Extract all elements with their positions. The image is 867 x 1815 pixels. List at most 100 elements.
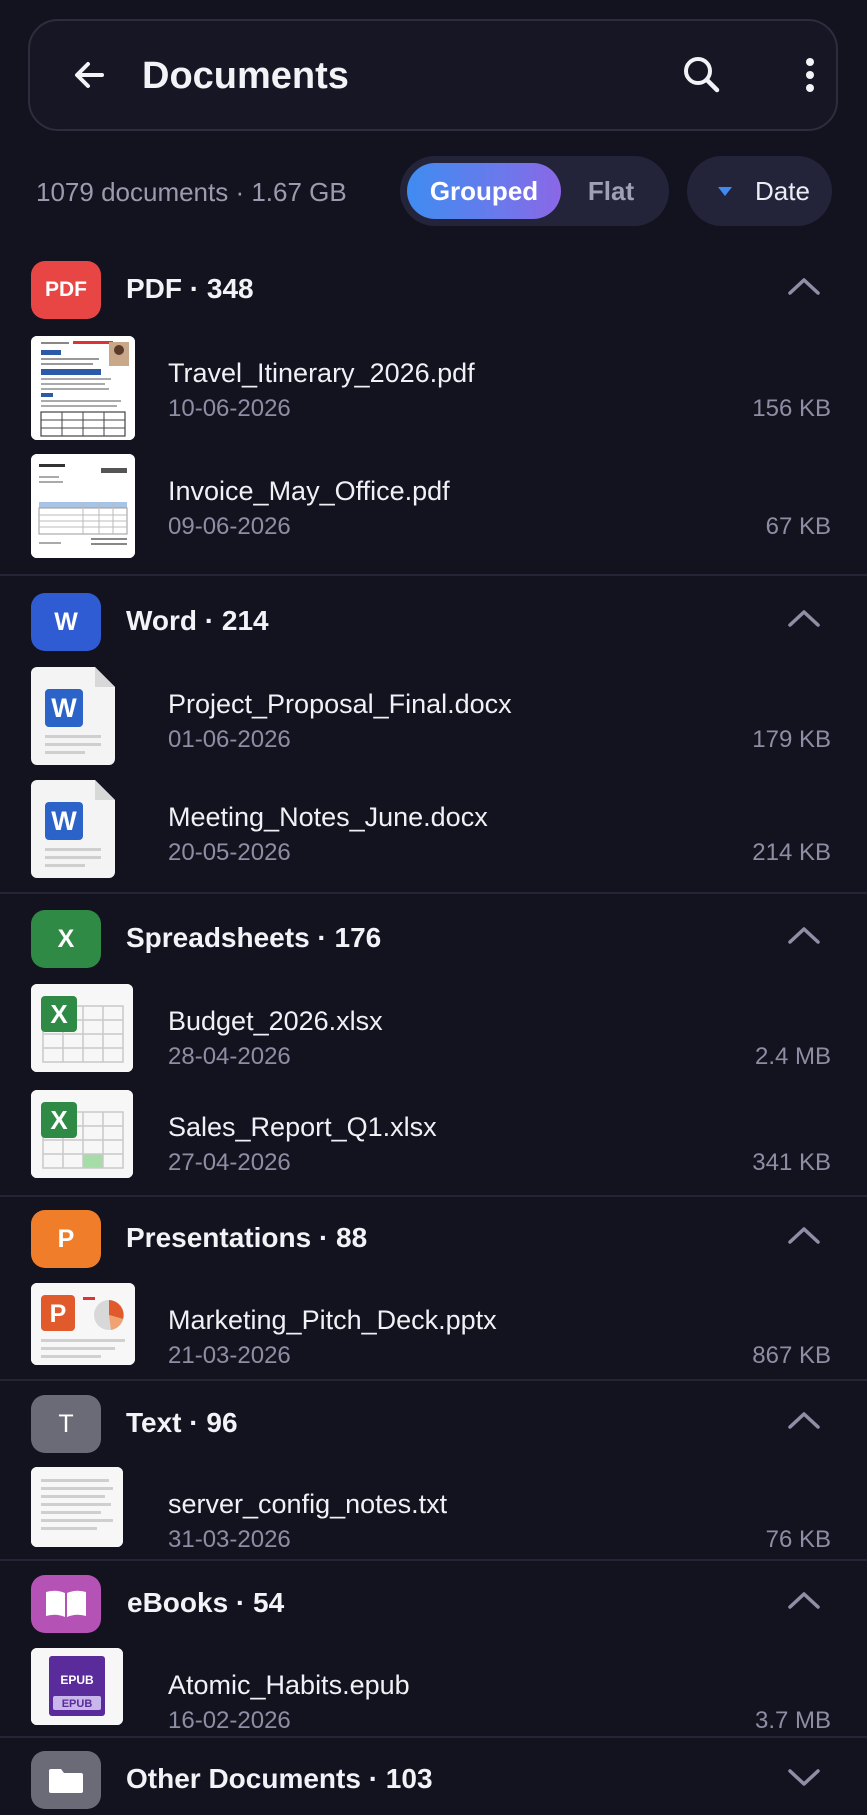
sort-by-label: Date [755,176,810,206]
chevron-up-icon[interactable] [784,1585,824,1617]
group-label: Word · 214 [126,605,269,636]
file-name: Budget_2026.xlsx [168,1006,383,1036]
group-header-presentations[interactable]: P Presentations · 88 [0,1210,867,1280]
list-item[interactable]: P Marketing_Pitch_Deck.pptx 21-03-2026 8… [0,1283,867,1383]
file-name: server_config_notes.txt [168,1489,448,1519]
ebook-group-icon [31,1575,101,1633]
chevron-up-icon[interactable] [784,1405,824,1437]
file-size: 214 KB [752,839,831,866]
group-header-spreadsheets[interactable]: X Spreadsheets · 176 [0,910,867,980]
group-divider [0,892,867,894]
group-label: PDF · 348 [126,273,254,304]
chevron-up-icon[interactable] [784,920,824,952]
chevron-up-icon[interactable] [784,603,824,635]
text-file-thumbnail [31,1467,123,1547]
file-name: Project_Proposal_Final.docx [168,689,512,719]
file-date: 27-04-2026 [168,1149,291,1176]
file-size: 341 KB [752,1149,831,1176]
list-item[interactable]: X Sales_Report_Q1.xlsx 27-04-2026 341 KB [0,1090,867,1190]
presentation-group-icon: P [31,1210,101,1268]
view-mode-toggle: Grouped Flat [400,156,669,226]
svg-text:X: X [50,999,68,1029]
file-size: 3.7 MB [754,1707,831,1734]
svg-text:X: X [50,1105,68,1135]
group-divider [0,1559,867,1561]
group-label: Presentations · 88 [126,1222,368,1253]
file-name: Atomic_Habits.epub [168,1670,410,1700]
text-group-icon: T [31,1395,101,1453]
file-size: 76 KB [765,1526,831,1553]
file-date: 28-04-2026 [168,1043,291,1070]
svg-text:P: P [50,1300,67,1328]
file-date: 16-02-2026 [168,1707,291,1734]
group-header-text[interactable]: T Text · 96 [0,1395,867,1465]
group-label: Other Documents · 103 [126,1763,433,1794]
list-item[interactable]: W Project_Proposal_Final.docx 01-06-2026… [0,667,867,767]
group-divider [0,1379,867,1381]
word-document-thumbnail: W [31,780,115,878]
back-arrow-icon[interactable] [64,49,116,101]
sort-by-button[interactable]: Date [687,156,832,226]
group-header-other-documents[interactable]: Other Documents · 103 [0,1751,867,1815]
book-icon [46,1590,86,1617]
flat-view-button[interactable]: Flat [561,163,661,219]
document-thumbnail [31,336,135,440]
page-title: Documents [142,55,349,97]
file-size: 67 KB [765,513,831,540]
top-app-bar: Documents [28,19,838,131]
search-icon[interactable] [674,47,730,103]
group-label: Text · 96 [126,1407,238,1438]
svg-text:W: W [51,693,77,723]
group-header-ebooks[interactable]: eBooks · 54 [0,1575,867,1645]
spreadsheet-group-icon: X [31,910,101,968]
word-document-thumbnail: W [31,667,115,765]
file-size: 179 KB [752,726,831,753]
pdf-group-icon: PDF [31,261,101,319]
file-name: Meeting_Notes_June.docx [168,802,488,832]
ebook-thumbnail: EPUB EPUB [31,1648,123,1725]
file-date: 01-06-2026 [168,726,291,753]
list-item[interactable]: X Budget_2026.xlsx 28-04-2026 2.4 MB [0,984,867,1084]
list-item[interactable]: server_config_notes.txt 31-03-2026 76 KB [0,1467,867,1567]
group-header-word[interactable]: W Word · 214 [0,593,867,663]
group-label: Spreadsheets · 176 [126,922,382,953]
file-name: Marketing_Pitch_Deck.pptx [168,1305,497,1335]
spreadsheet-thumbnail: X [31,984,133,1072]
group-label: eBooks · 54 [127,1587,285,1618]
file-date: 10-06-2026 [168,395,291,422]
file-name: Travel_Itinerary_2026.pdf [168,358,475,388]
grouped-view-button[interactable]: Grouped [407,163,561,219]
epub-badge-label: EPUB [62,1698,93,1710]
presentation-thumbnail: P [31,1283,135,1365]
chevron-down-icon[interactable] [784,1761,824,1793]
documents-summary: 1079 documents · 1.67 GB [36,177,347,207]
list-item[interactable]: W Meeting_Notes_June.docx 20-05-2026 214… [0,780,867,880]
chevron-up-icon[interactable] [784,1220,824,1252]
file-date: 20-05-2026 [168,839,291,866]
sort-direction-icon [718,187,732,196]
file-name: Invoice_May_Office.pdf [168,476,450,506]
epub-label: EPUB [60,1673,94,1687]
folder-icon [49,1769,83,1793]
group-divider [0,1736,867,1738]
group-divider [0,574,867,576]
group-divider [0,1195,867,1197]
list-item[interactable]: Travel_Itinerary_2026.pdf 10-06-2026 156… [0,336,867,440]
list-item[interactable]: Invoice_May_Office.pdf 09-06-2026 67 KB [0,454,867,558]
file-size: 2.4 MB [754,1043,831,1070]
group-header-pdf[interactable]: PDF PDF · 348 [0,261,867,331]
word-group-icon: W [31,593,101,651]
file-size: 867 KB [752,1342,831,1369]
chevron-up-icon[interactable] [784,271,824,303]
other-documents-group-icon [31,1751,101,1809]
list-item[interactable]: EPUB EPUB Atomic_Habits.epub 16-02-2026 … [0,1648,867,1748]
more-options-icon[interactable] [782,47,838,103]
file-date: 09-06-2026 [168,513,291,540]
spreadsheet-thumbnail: X [31,1090,133,1178]
svg-text:W: W [51,806,77,836]
file-size: 156 KB [752,395,831,422]
file-name: Sales_Report_Q1.xlsx [168,1112,437,1142]
document-thumbnail [31,454,135,558]
file-date: 31-03-2026 [168,1526,291,1553]
file-date: 21-03-2026 [168,1342,291,1369]
